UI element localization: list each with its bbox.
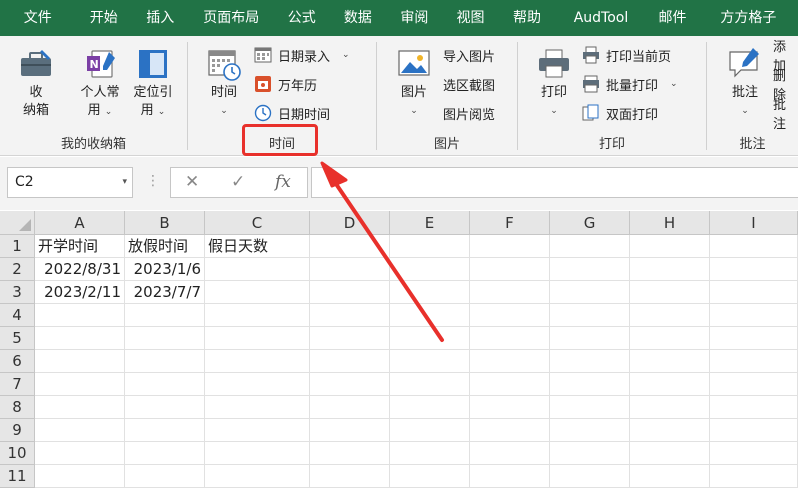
- annotation-arrow: [320, 161, 444, 342]
